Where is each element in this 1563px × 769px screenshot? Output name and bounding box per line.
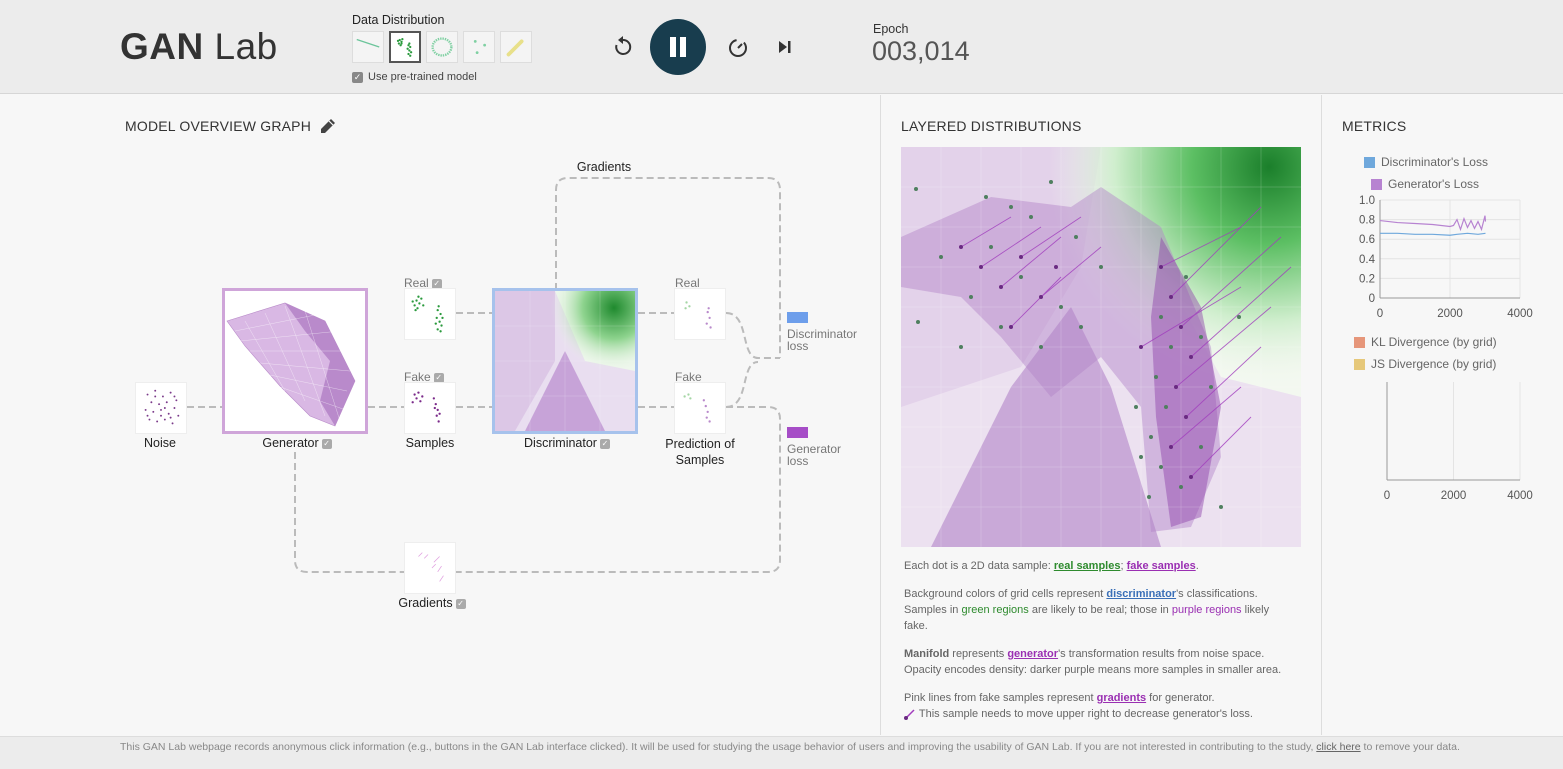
x-tick-label: 2000 [1441, 490, 1467, 502]
y-tick-label: 0.2 [1359, 273, 1375, 285]
footer: This GAN Lab webpage records anonymous c… [0, 736, 1563, 769]
desc-samples: Each dot is a 2D data sample: real sampl… [904, 560, 1199, 572]
discriminator-loss-label: Discriminator loss [787, 327, 858, 353]
fake-samples-thumbnail[interactable] [404, 382, 456, 434]
generator-loss-swatch [787, 427, 808, 438]
model-graph-connections [187, 177, 781, 573]
x-tick-label: 4000 [1507, 308, 1533, 320]
generator-gradients-thumbnail[interactable] [404, 542, 456, 594]
footer-notice: This GAN Lab webpage records anonymous c… [120, 741, 1460, 753]
real-samples-thumbnail[interactable] [404, 288, 456, 340]
divider [880, 95, 881, 735]
x-tick-label: 0 [1377, 308, 1383, 320]
x-tick-label: 2000 [1437, 308, 1463, 320]
js-divergence-legend: JS Divergence (by grid) [1354, 357, 1496, 371]
y-tick-label: 0 [1369, 293, 1375, 305]
layered-distributions-canvas[interactable] [901, 147, 1301, 547]
discriminator-loss-legend: Discriminator's Loss [1364, 155, 1488, 169]
discriminator-checkbox[interactable]: ✓ [599, 438, 610, 449]
gradient-arrow-icon [904, 709, 915, 721]
remove-data-link[interactable]: click here [1316, 741, 1360, 753]
y-tick-label: 1.0 [1359, 195, 1375, 207]
noise-label: Noise [144, 436, 176, 450]
discriminator-loss-swatch [787, 312, 808, 323]
prediction-of-samples-label: Prediction of Samples [665, 437, 735, 467]
prediction-real-thumbnail[interactable] [674, 288, 726, 340]
desc-gradients: Pink lines from fake samples represent g… [904, 692, 1215, 704]
divergence-chart: 0 2000 4000 [1384, 382, 1533, 502]
fake-samples-link[interactable]: fake samples [1127, 560, 1196, 572]
generator-node[interactable] [222, 288, 368, 434]
generator-link[interactable]: generator [1007, 648, 1058, 660]
generator-loss-legend: Generator's Loss [1371, 177, 1479, 191]
y-tick-label: 0.6 [1359, 234, 1375, 246]
noise-thumbnail[interactable] [135, 382, 187, 434]
discriminator-link[interactable]: discriminator [1106, 588, 1176, 600]
discriminator-label: Discriminator ✓ [524, 436, 610, 450]
generator-checkbox[interactable]: ✓ [321, 438, 332, 449]
loss-chart: 1.0 0.8 0.6 0.4 0.2 00 2000 4000 [1359, 195, 1533, 320]
desc-sample-arrow: This sample needs to move upper right to… [904, 706, 1294, 722]
discriminator-node[interactable] [492, 288, 638, 434]
layered-distributions-title: LAYERED DISTRIBUTIONS [901, 118, 1082, 134]
samples-label: Samples [405, 436, 455, 450]
y-tick-label: 0.8 [1359, 215, 1375, 227]
desc-background: Background colors of grid cells represen… [904, 588, 1270, 632]
divider [1321, 95, 1322, 735]
metrics-title: METRICS [1342, 118, 1407, 134]
gradients-top-label: Gradients [576, 160, 632, 174]
x-tick-label: 4000 [1507, 490, 1533, 502]
prediction-fake-thumbnail[interactable] [674, 382, 726, 434]
epoch-value: 003,014 [872, 36, 970, 66]
gradients-checkbox[interactable]: ✓ [455, 598, 466, 609]
generator-gradients-label: Gradients ✓ [398, 596, 466, 610]
y-tick-label: 0.4 [1359, 254, 1376, 266]
kl-divergence-legend: KL Divergence (by grid) [1354, 335, 1497, 349]
real-samples-link[interactable]: real samples [1054, 560, 1121, 572]
gradients-link[interactable]: gradients [1097, 692, 1147, 704]
desc-manifold: Manifold represents generator's transfor… [904, 648, 1282, 676]
x-tick-label: 0 [1384, 490, 1390, 502]
generator-loss-label: Generator loss [787, 442, 842, 468]
discriminator-loss-line [1380, 232, 1486, 236]
generator-label: Generator ✓ [262, 436, 332, 450]
generator-loss-line [1379, 215, 1487, 232]
